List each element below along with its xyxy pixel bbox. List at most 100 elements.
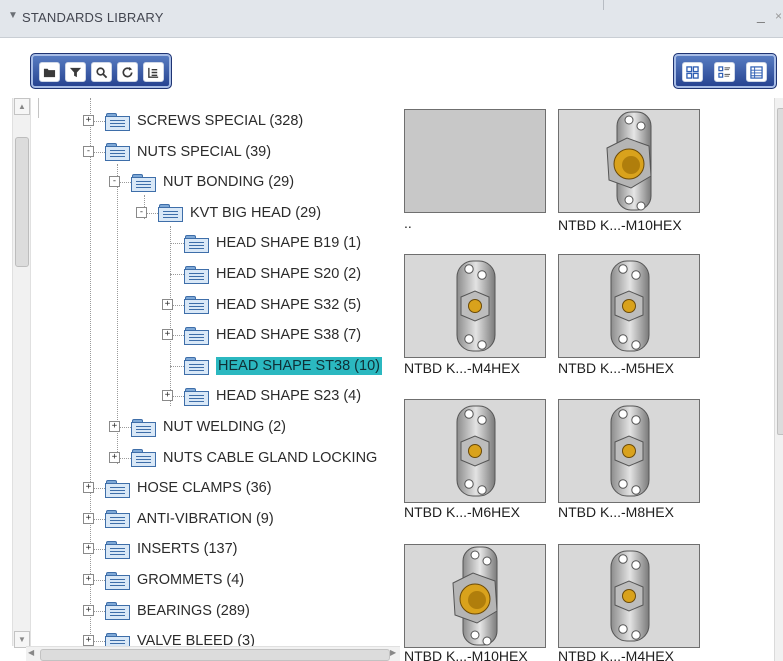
folder-icon [131, 173, 156, 192]
expand-icon[interactable]: + [83, 604, 94, 616]
expand-icon[interactable]: + [162, 390, 173, 402]
standards-library-panel: ▼ STANDARDS LIBRARY _ × ▲ ▼ + SCREWS SPE… [0, 0, 783, 661]
large-icons-view-icon[interactable] [682, 62, 703, 82]
collapse-icon[interactable]: - [83, 145, 94, 157]
part-thumbnail[interactable] [404, 254, 546, 358]
expand-icon[interactable]: + [83, 512, 94, 524]
tree-node[interactable]: GROMMETS (4) [105, 568, 244, 592]
tree-branch-line [170, 243, 184, 245]
list-view-icon[interactable] [746, 62, 767, 82]
tree-node[interactable]: NUT WELDING (2) [131, 415, 286, 439]
tree-node[interactable]: HEAD SHAPE S23 (4) [184, 384, 361, 408]
folder-icon [184, 326, 209, 345]
folder-icon [184, 296, 209, 315]
tree-node[interactable]: HEAD SHAPE S38 (7) [184, 323, 361, 347]
tree-node[interactable]: HEAD SHAPE ST38 (10) [184, 354, 382, 378]
tree-node-label: NUTS SPECIAL (39) [137, 143, 272, 160]
tree-horizontal-scrollbar[interactable]: ◀ ▶ [26, 646, 402, 661]
tree-node[interactable]: HEAD SHAPE S32 (5) [184, 293, 361, 317]
tree-node-label: HEAD SHAPE ST38 (10) [216, 356, 382, 375]
part-thumbnail[interactable] [558, 399, 700, 503]
titlebar-divider [603, 0, 604, 10]
tree-node[interactable]: ANTI-VIBRATION (9) [105, 507, 274, 531]
tree-node-label: ANTI-VIBRATION (9) [137, 510, 274, 527]
folder-icon [184, 387, 209, 406]
folder-icon [105, 540, 130, 559]
folder-icon [131, 418, 156, 437]
expand-icon[interactable]: + [162, 298, 173, 310]
grid-vertical-scrollbar[interactable] [774, 98, 783, 661]
tree-node-label: NUTS CABLE GLAND LOCKING [163, 449, 378, 466]
part-caption[interactable]: NTBD K...-M4HEX [404, 360, 520, 376]
part-caption[interactable]: NTBD K...-M4HEX [558, 648, 674, 661]
folder-icon [184, 265, 209, 284]
tree-node-label: KVT BIG HEAD (29) [190, 204, 322, 221]
part-caption[interactable]: NTBD K...-M8HEX [558, 504, 674, 520]
collapse-arrow-icon[interactable]: ▼ [8, 10, 18, 21]
folder-icon[interactable] [39, 62, 60, 82]
tree-node-label: GROMMETS (4) [137, 572, 245, 588]
detail-view-icon[interactable] [714, 62, 735, 82]
tree-guide-line [90, 98, 91, 646]
collapse-icon[interactable]: - [136, 206, 147, 218]
expand-icon[interactable]: + [83, 115, 94, 126]
part-caption[interactable]: NTBD K...-M6HEX [404, 504, 520, 520]
tree-guide-line [170, 226, 171, 406]
tree-node-label: HEAD SHAPE S38 (7) [216, 327, 362, 344]
minimize-button[interactable]: _ [757, 7, 765, 23]
expand-icon[interactable]: + [83, 543, 94, 555]
tree-node[interactable]: NUTS SPECIAL (39) [105, 140, 271, 164]
tree-node-label: HEAD SHAPE S23 (4) [216, 388, 362, 405]
collapse-icon[interactable]: - [109, 176, 120, 188]
tree-hscroll-thumb[interactable] [40, 649, 390, 661]
tree-node[interactable]: INSERTS (137) [105, 537, 237, 561]
search-icon[interactable] [91, 62, 112, 82]
expand-icon[interactable]: + [83, 635, 94, 647]
filter-icon[interactable] [65, 62, 86, 82]
expand-icon[interactable]: + [109, 421, 120, 432]
part-thumbnail[interactable] [404, 399, 546, 503]
tree-node[interactable]: NUTS CABLE GLAND LOCKING [131, 446, 377, 470]
part-thumbnail[interactable] [558, 109, 700, 213]
tree-node[interactable]: SCREWS SPECIAL (328) [105, 109, 303, 133]
tree-branch-line [170, 365, 184, 367]
tree-node-label: SCREWS SPECIAL (328) [137, 113, 304, 129]
close-button[interactable]: × [775, 9, 782, 23]
part-caption[interactable]: NTBD K...-M10HEX [404, 648, 528, 661]
expand-icon[interactable]: + [162, 329, 173, 341]
scroll-up-arrow-icon[interactable]: ▲ [14, 98, 30, 115]
grid-scroll-thumb[interactable] [777, 108, 783, 435]
list-icon[interactable] [143, 62, 164, 82]
part-thumbnail[interactable] [404, 544, 546, 648]
tree-guide-line [117, 164, 118, 464]
tree-node[interactable]: HEAD SHAPE S20 (2) [184, 262, 361, 286]
folder-icon [105, 143, 130, 162]
tree-scroll-thumb[interactable] [15, 137, 29, 267]
expand-icon[interactable]: + [83, 574, 94, 585]
expand-icon[interactable]: + [83, 482, 94, 494]
folder-icon [105, 479, 130, 498]
scroll-right-arrow-icon[interactable]: ▶ [390, 648, 396, 657]
folder-icon [105, 112, 130, 131]
part-caption[interactable]: NTBD K...-M10HEX [558, 217, 682, 233]
part-thumbnail[interactable] [558, 254, 700, 358]
tree-node-label: HEAD SHAPE S20 (2) [216, 266, 362, 282]
folder-icon [105, 571, 130, 590]
tree-vertical-scrollbar[interactable]: ▲ ▼ [12, 98, 31, 648]
part-caption[interactable]: .. [404, 215, 412, 231]
panel-titlebar: ▼ STANDARDS LIBRARY _ × [0, 0, 783, 38]
folder-icon [105, 602, 130, 621]
tree-node[interactable]: NUT BONDING (29) [131, 170, 294, 194]
part-thumbnail[interactable] [404, 109, 546, 213]
folder-icon [158, 204, 183, 223]
refresh-icon[interactable] [117, 62, 138, 82]
tree-node[interactable]: BEARINGS (289) [105, 599, 250, 623]
part-caption[interactable]: NTBD K...-M5HEX [558, 360, 674, 376]
part-thumbnail[interactable] [558, 544, 700, 648]
tree-node[interactable]: HOSE CLAMPS (36) [105, 476, 272, 500]
tree-node[interactable]: KVT BIG HEAD (29) [158, 201, 321, 225]
tree-node[interactable]: HEAD SHAPE B19 (1) [184, 231, 361, 255]
expand-icon[interactable]: + [109, 451, 120, 463]
scroll-left-arrow-icon[interactable]: ◀ [28, 648, 34, 657]
tree-node-label: INSERTS (137) [137, 541, 238, 558]
